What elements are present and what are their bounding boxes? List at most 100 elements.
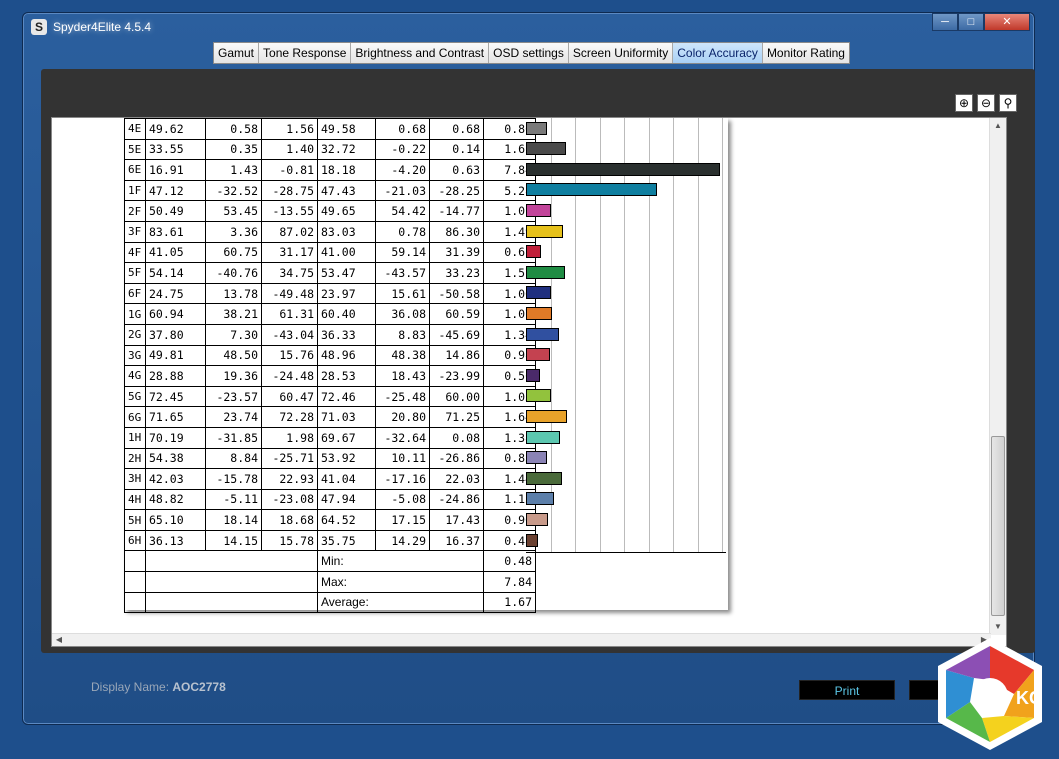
report-panel: ⊕ ⊖ ⚲ 4E 49.62 0.58 1.56 49.58 0.68 0.68 0.86 5E… (41, 69, 1035, 653)
table-row: 3G 49.81 48.50 15.76 48.96 48.38 14.86 0.98 (124, 344, 536, 367)
delta-e-bar (526, 183, 657, 197)
table-row: 5E 33.55 0.35 1.40 32.72 -0.22 0.14 1.62 (124, 138, 536, 161)
window-title: Spyder4Elite 4.5.4 (53, 20, 152, 34)
lab-value: 18.43 (375, 365, 430, 387)
tab-brightness-contrast[interactable]: Brightness and Contrast (351, 43, 490, 63)
lab-value: -32.64 (375, 426, 430, 449)
tab-screen-uniformity[interactable]: Screen Uniformity (568, 43, 674, 63)
table-row: 3F 83.61 3.36 87.02 83.03 0.78 86.30 1.49 (124, 220, 536, 243)
delta-e-bar (526, 224, 563, 238)
lab-value: -32.52 (205, 179, 262, 202)
table-row: 6G 71.65 23.74 72.28 71.03 20.80 71.25 1.64 (124, 406, 536, 428)
lab-value: -40.76 (205, 262, 262, 284)
table-row: 2G 37.80 7.30 -43.04 36.33 8.83 -45.69 1.34 (124, 323, 536, 346)
patch-id: 1F (124, 179, 146, 202)
lab-value: 14.29 (375, 529, 430, 552)
lab-value: -17.16 (375, 468, 430, 490)
lab-value: 31.39 (429, 241, 484, 264)
summary-row: Max: 7.84 (124, 571, 536, 593)
lab-value: 72.45 (145, 385, 206, 408)
lab-value: 47.94 (317, 488, 376, 511)
lab-value: -24.48 (261, 365, 318, 387)
patch-id: 4F (124, 241, 146, 264)
lab-value: 28.88 (145, 365, 206, 387)
patch-id: 1G (124, 303, 146, 325)
lab-value: 32.72 (317, 138, 376, 161)
logo-text: KG (1016, 688, 1043, 708)
lab-value: -28.25 (429, 179, 484, 202)
lab-value: 65.10 (145, 509, 206, 531)
color-accuracy-table: 4E 49.62 0.58 1.56 49.58 0.68 0.68 0.86 5E 33.55 0… (124, 118, 536, 614)
app-icon: S (31, 19, 47, 35)
table-row: 6H 36.13 14.15 15.78 35.75 14.29 16.37 0.48 (124, 529, 536, 552)
lab-value: 7.30 (205, 323, 262, 346)
patch-id: 4H (124, 488, 146, 511)
patch-id: 2G (124, 323, 146, 346)
zoom-in-icon[interactable]: ⊕ (955, 94, 973, 112)
close-window-button[interactable]: ✕ (984, 13, 1030, 31)
lab-value: 47.12 (145, 179, 206, 202)
lab-value: 47.43 (317, 179, 376, 202)
delta-e-bar (526, 327, 560, 341)
summary-label: Max: (317, 571, 484, 593)
table-row: 4F 41.05 60.75 31.17 41.00 59.14 31.39 0.61 (124, 241, 536, 264)
delta-e-bar-chart (526, 118, 728, 552)
lab-value: -45.69 (429, 323, 484, 346)
lab-value: 83.03 (317, 220, 376, 243)
zoom-fit-icon[interactable]: ⚲ (999, 94, 1017, 112)
lab-value: 54.14 (145, 262, 206, 284)
summary-label: Min: (317, 550, 484, 573)
delta-e-bar (526, 348, 551, 362)
lab-value: 3.36 (205, 220, 262, 243)
report-viewer[interactable]: 4E 49.62 0.58 1.56 49.58 0.68 0.68 0.86 5E 33.55 0… (51, 117, 1007, 647)
tab-bar: Gamut Tone Response Brightness and Contr… (213, 42, 850, 64)
lab-value: 10.11 (375, 447, 430, 470)
table-row: 4G 28.88 19.36 -24.48 28.53 18.43 -23.99 0.56 (124, 365, 536, 387)
tab-gamut[interactable]: Gamut (214, 43, 260, 63)
lab-value: 53.45 (205, 200, 262, 222)
lab-value: -28.75 (261, 179, 318, 202)
lab-value: -14.77 (429, 200, 484, 222)
tab-tone-response[interactable]: Tone Response (259, 43, 352, 63)
tab-color-accuracy[interactable]: Color Accuracy (673, 43, 763, 63)
lab-value: 16.91 (145, 159, 206, 181)
title-bar[interactable]: S Spyder4Elite 4.5.4 ─ □ ✕ (23, 13, 1034, 41)
scroll-up-icon[interactable]: ▲ (990, 118, 1006, 134)
patch-id: 5F (124, 262, 146, 284)
lab-value: 18.68 (261, 509, 318, 531)
lab-value: 60.59 (429, 303, 484, 325)
lab-value: 49.65 (317, 200, 376, 222)
lab-value: 0.14 (429, 138, 484, 161)
scroll-thumb[interactable] (991, 436, 1005, 616)
lab-value: 70.19 (145, 426, 206, 449)
horizontal-scrollbar[interactable]: ◀ ▶ (52, 633, 991, 646)
lab-value: 53.92 (317, 447, 376, 470)
vertical-scrollbar[interactable]: ▲ ▼ (989, 118, 1006, 635)
lab-value: -23.08 (261, 488, 318, 511)
tab-monitor-rating[interactable]: Monitor Rating (762, 43, 849, 63)
lab-value: 0.68 (375, 118, 430, 140)
delta-e-bar (526, 121, 548, 135)
zoom-out-icon[interactable]: ⊖ (977, 94, 995, 112)
lab-value: 34.75 (261, 262, 318, 284)
tab-osd-settings[interactable]: OSD settings (489, 43, 569, 63)
maximize-button[interactable]: □ (958, 13, 984, 31)
delta-e-bar (526, 265, 565, 279)
lab-value: 60.75 (205, 241, 262, 264)
minimize-button[interactable]: ─ (932, 13, 958, 31)
delta-e-bar (526, 368, 540, 382)
lab-value: 41.05 (145, 241, 206, 264)
scroll-left-icon[interactable]: ◀ (52, 634, 66, 646)
lab-value: 72.46 (317, 385, 376, 408)
kg-logo: KG (938, 638, 1043, 750)
print-button[interactable]: Print (799, 680, 895, 700)
lab-value: 54.42 (375, 200, 430, 222)
lab-value: -15.78 (205, 468, 262, 490)
lab-value: 8.84 (205, 447, 262, 470)
lab-value: -5.08 (375, 488, 430, 511)
scroll-down-icon[interactable]: ▼ (990, 619, 1006, 635)
lab-value: 1.98 (261, 426, 318, 449)
table-row: 5G 72.45 -23.57 60.47 72.46 -25.48 60.00 1.03 (124, 385, 536, 408)
lab-value: 15.78 (261, 529, 318, 552)
lab-value: 17.15 (375, 509, 430, 531)
